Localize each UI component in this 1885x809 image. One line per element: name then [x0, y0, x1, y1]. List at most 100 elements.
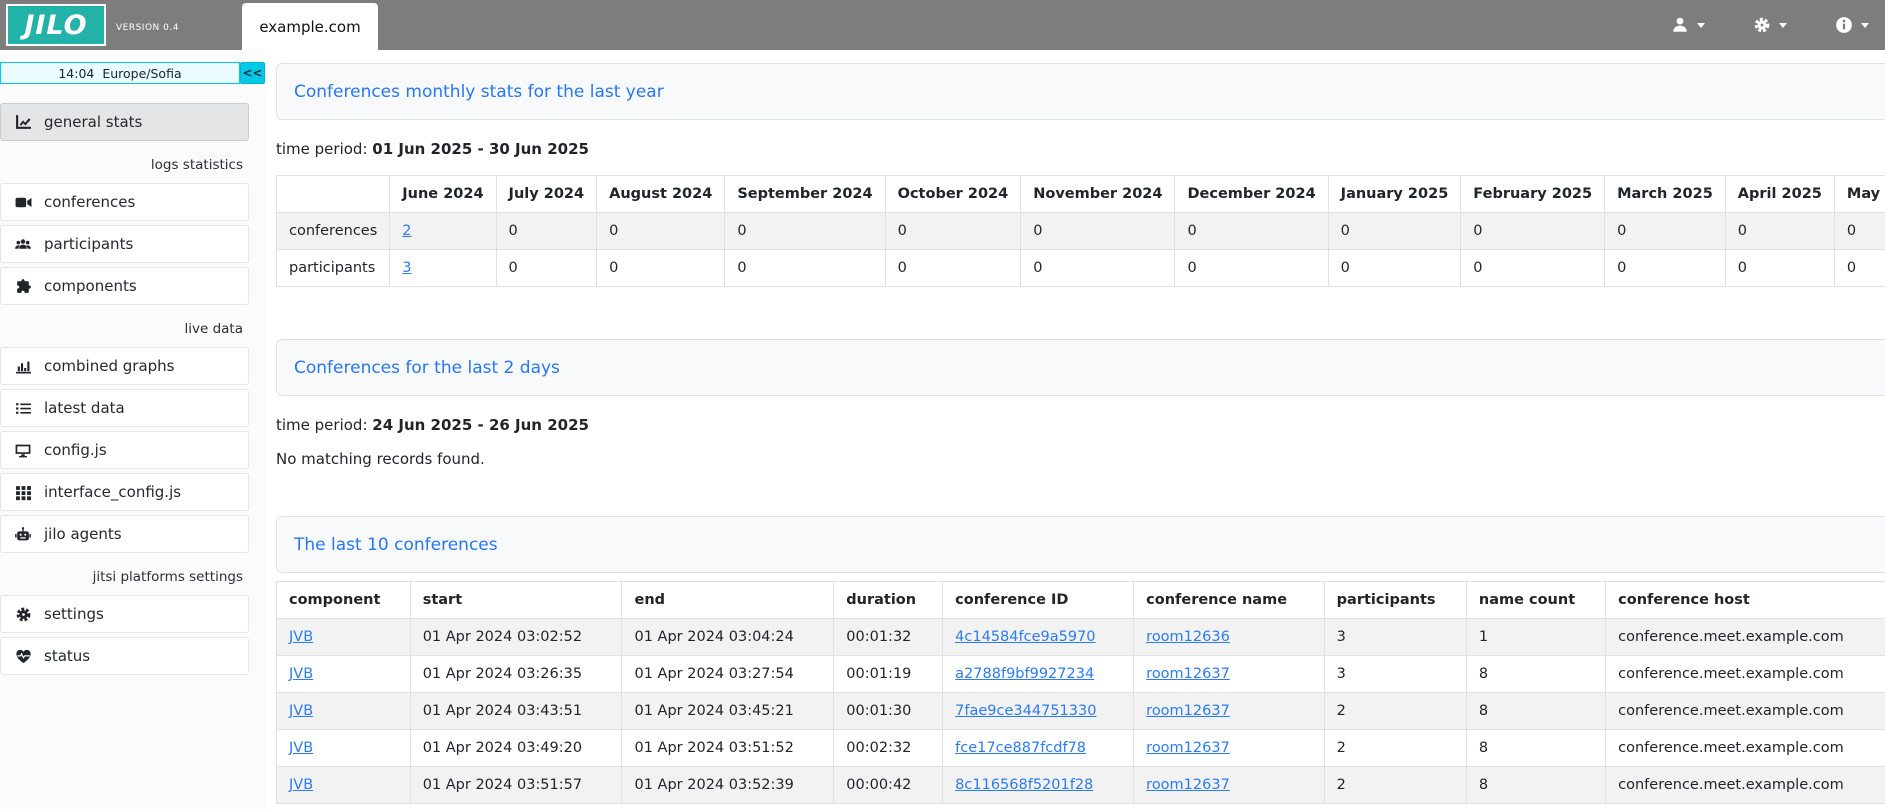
app-logo[interactable]: JILO: [6, 4, 106, 46]
cell-link[interactable]: a2788f9bf9927234: [955, 666, 1094, 682]
section-title-link[interactable]: The last 10 conferences: [294, 535, 498, 555]
time-period-monthly: time period: 01 Jun 2025 - 30 Jun 2025: [276, 140, 1885, 158]
cell-link[interactable]: 4c14584fce9a5970: [955, 629, 1095, 645]
sidebar-item-label: combined graphs: [44, 357, 174, 375]
settings-menu-button[interactable]: [1753, 16, 1787, 34]
cell-link[interactable]: JVB: [289, 666, 313, 682]
cell-link[interactable]: room12636: [1146, 629, 1230, 645]
column-header: participants: [1324, 582, 1466, 619]
table-cell: room12637: [1134, 693, 1325, 730]
table-cell: room12637: [1134, 730, 1325, 767]
caret-down-icon: [1697, 23, 1705, 28]
table-cell: 01 Apr 2024 03:04:24: [622, 619, 834, 656]
cell-link[interactable]: 3: [402, 260, 411, 276]
table-cell: 0: [1725, 213, 1834, 250]
info-icon: [1835, 16, 1853, 34]
sidebar-item-components[interactable]: components: [0, 267, 249, 305]
sidebar-item-interface-config-js[interactable]: interface_config.js: [0, 473, 249, 511]
sidebar-item-participants[interactable]: participants: [0, 225, 249, 263]
cell-link[interactable]: 8c116568f5201f28: [955, 777, 1093, 793]
cell-link[interactable]: JVB: [289, 629, 313, 645]
column-header: conference ID: [943, 582, 1134, 619]
cell-link[interactable]: fce17ce887fcdf78: [955, 740, 1086, 756]
table-cell: 2: [1324, 693, 1466, 730]
table-cell: 01 Apr 2024 03:26:35: [410, 656, 622, 693]
table-cell: 8c116568f5201f28: [943, 767, 1134, 804]
cell-link[interactable]: 7fae9ce344751330: [955, 703, 1096, 719]
sidebar-item-general-stats[interactable]: general stats: [0, 103, 249, 141]
user-icon: [1671, 16, 1689, 34]
sidebar-item-combined-graphs[interactable]: combined graphs: [0, 347, 249, 385]
table-cell: participants: [277, 250, 390, 287]
cell-link[interactable]: room12637: [1146, 777, 1230, 793]
sidebar-item-jilo-agents[interactable]: jilo agents: [0, 515, 249, 553]
table-cell: 0: [1328, 250, 1461, 287]
table-cell: 0: [1834, 250, 1885, 287]
table-cell: 01 Apr 2024 03:51:57: [410, 767, 622, 804]
cell-link[interactable]: 2: [402, 223, 411, 239]
platform-tab-label: example.com: [259, 18, 360, 36]
table-cell: conference.meet.example.com: [1606, 656, 1885, 693]
cell-link[interactable]: room12637: [1146, 703, 1230, 719]
robot-icon: [13, 526, 33, 543]
table-cell: 01 Apr 2024 03:43:51: [410, 693, 622, 730]
section-header-last-10-conferences: The last 10 conferences: [276, 516, 1885, 573]
sidebar-item-status[interactable]: status: [0, 637, 249, 675]
column-header: August 2024: [597, 176, 725, 213]
table-cell: room12636: [1134, 619, 1325, 656]
cell-link[interactable]: JVB: [289, 740, 313, 756]
desktop-icon: [13, 442, 33, 459]
cell-link[interactable]: room12637: [1146, 666, 1230, 682]
column-header: start: [410, 582, 622, 619]
time-period-label: time period:: [276, 416, 368, 434]
table-header-row: June 2024 July 2024 August 2024 Septembe…: [277, 176, 1885, 213]
section-header-last-2-days: Conferences for the last 2 days: [276, 339, 1885, 396]
cell-link[interactable]: room12637: [1146, 740, 1230, 756]
table-cell: 8: [1466, 730, 1605, 767]
version-label: VERSION 0.4: [116, 23, 179, 33]
info-menu-button[interactable]: [1835, 16, 1869, 34]
sidebar-item-conferences[interactable]: conferences: [0, 183, 249, 221]
table-row: JVB01 Apr 2024 03:43:5101 Apr 2024 03:45…: [277, 693, 1885, 730]
table-cell: JVB: [277, 619, 411, 656]
table-cell: 0: [1605, 213, 1726, 250]
time-period-value: 01 Jun 2025 - 30 Jun 2025: [372, 140, 589, 158]
table-cell: 8: [1466, 693, 1605, 730]
list-icon: [13, 400, 33, 417]
sidebar-item-settings[interactable]: settings: [0, 595, 249, 633]
time-period-last-2-days: time period: 24 Jun 2025 - 26 Jun 2025: [276, 416, 1885, 434]
sidebar-item-latest-data[interactable]: latest data: [0, 389, 249, 427]
table-cell: 0: [725, 250, 885, 287]
section-header-monthly-stats: Conferences monthly stats for the last y…: [276, 63, 1885, 120]
table-cell: 0: [597, 250, 725, 287]
sidebar-item-config-js[interactable]: config.js: [0, 431, 249, 469]
column-header: May 2025: [1834, 176, 1885, 213]
column-header: February 2025: [1461, 176, 1605, 213]
table-cell: 0: [1328, 213, 1461, 250]
column-header: conference host: [1606, 582, 1885, 619]
platform-tab[interactable]: example.com: [242, 3, 378, 50]
cell-link[interactable]: JVB: [289, 777, 313, 793]
table-cell: 0: [1175, 213, 1328, 250]
sidebar-collapse-button[interactable]: <<: [240, 62, 265, 84]
table-cell: 0: [496, 250, 597, 287]
column-header: April 2025: [1725, 176, 1834, 213]
table-cell: conference.meet.example.com: [1606, 730, 1885, 767]
table-cell: 0: [1021, 250, 1175, 287]
cell-link[interactable]: JVB: [289, 703, 313, 719]
column-header: March 2025: [1605, 176, 1726, 213]
table-cell: conference.meet.example.com: [1606, 767, 1885, 804]
table-cell: conference.meet.example.com: [1606, 693, 1885, 730]
user-menu-button[interactable]: [1671, 16, 1705, 34]
section-title-link[interactable]: Conferences monthly stats for the last y…: [294, 82, 664, 102]
table-cell: 2: [1324, 730, 1466, 767]
table-cell: 00:01:30: [834, 693, 943, 730]
column-header: July 2024: [496, 176, 597, 213]
table-cell: 00:01:32: [834, 619, 943, 656]
sidebar-section-label: jitsi platforms settings: [0, 557, 249, 595]
column-header: end: [622, 582, 834, 619]
table-cell: 4c14584fce9a5970: [943, 619, 1134, 656]
section-title-link[interactable]: Conferences for the last 2 days: [294, 358, 560, 378]
table-cell: 0: [597, 213, 725, 250]
column-header: [277, 176, 390, 213]
